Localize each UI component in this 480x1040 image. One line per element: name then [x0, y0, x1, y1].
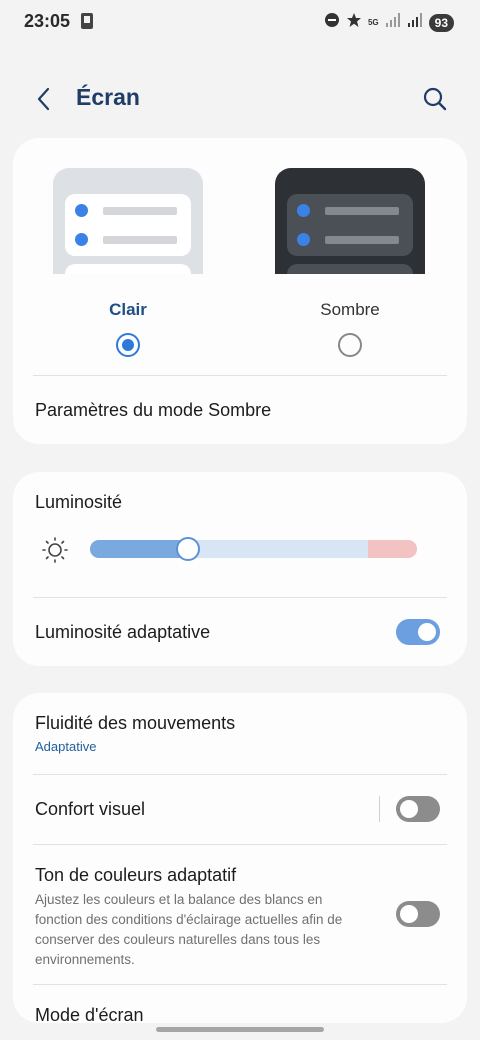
preview-line: [325, 236, 399, 244]
adaptive-brightness-toggle[interactable]: [396, 619, 440, 645]
light-theme-label: Clair: [109, 300, 147, 319]
dark-mode-settings-item[interactable]: Paramètres du mode Sombre: [35, 400, 271, 421]
dark-theme-preview[interactable]: [275, 168, 425, 274]
theme-card: Clair Sombre Paramètres du mode Sombre: [13, 138, 467, 444]
brightness-slider-fill: [90, 540, 188, 558]
search-icon: [423, 87, 447, 111]
motion-smoothness-value: Adaptative: [35, 739, 97, 754]
signal-icon-2: [407, 12, 423, 33]
preview-dot: [297, 233, 310, 246]
preview-panel: [287, 264, 413, 274]
preview-line: [103, 207, 177, 215]
sun-icon: [41, 536, 69, 569]
status-time: 23:05: [24, 11, 71, 31]
eye-comfort-item[interactable]: Confort visuel: [35, 799, 145, 820]
chevron-left-icon: [37, 87, 50, 111]
signal-icon: [385, 12, 401, 33]
preview-dot: [75, 233, 88, 246]
brightness-slider-high-zone: [368, 540, 417, 558]
preview-panel: [65, 194, 191, 256]
status-icons: 5G 93: [324, 12, 454, 33]
adaptive-tone-toggle[interactable]: [396, 901, 440, 927]
adaptive-brightness-label: Luminosité adaptative: [35, 622, 211, 642]
do-not-disturb-icon: [324, 12, 340, 33]
brightness-slider-thumb[interactable]: [176, 537, 200, 561]
divider: [33, 844, 447, 845]
vertical-separator: [379, 796, 380, 822]
motion-smoothness-label: Fluidité des mouvements: [35, 713, 236, 733]
gesture-nav-bar[interactable]: [156, 1027, 324, 1032]
divider: [33, 984, 447, 985]
app-notification-icon: [80, 12, 94, 35]
preview-line: [325, 207, 399, 215]
dark-theme-radio[interactable]: [338, 333, 362, 357]
light-theme-radio[interactable]: [116, 333, 140, 357]
divider: [33, 774, 447, 775]
back-button[interactable]: [30, 84, 60, 114]
dark-theme-label: Sombre: [320, 300, 380, 319]
page-title: Écran: [76, 84, 140, 110]
divider: [33, 375, 447, 376]
star-icon: [346, 12, 362, 33]
battery-level: 93: [428, 13, 454, 32]
network-type: 5G: [367, 17, 379, 27]
brightness-label: Luminosité: [35, 492, 123, 512]
preview-panel: [65, 264, 191, 274]
eye-comfort-toggle[interactable]: [396, 796, 440, 822]
brightness-card: Luminosité Luminosité adaptative: [13, 472, 467, 666]
screen-mode-item[interactable]: Mode d'écran: [35, 1005, 144, 1023]
search-button[interactable]: [420, 84, 450, 114]
light-theme-preview[interactable]: [53, 168, 203, 274]
header: Écran: [0, 78, 480, 120]
brightness-slider[interactable]: [90, 540, 417, 558]
divider: [33, 597, 447, 598]
preview-dot: [297, 204, 310, 217]
preview-panel: [287, 194, 413, 256]
preview-dot: [75, 204, 88, 217]
adaptive-tone-description: Ajustez les couleurs et la balance des b…: [35, 892, 343, 967]
adaptive-tone-label: Ton de couleurs adaptatif: [35, 865, 237, 885]
display-options-card: Fluidité des mouvements Adaptative Confo…: [13, 693, 467, 1023]
status-bar: 23:05 5G 93: [0, 0, 480, 44]
preview-line: [103, 236, 177, 244]
